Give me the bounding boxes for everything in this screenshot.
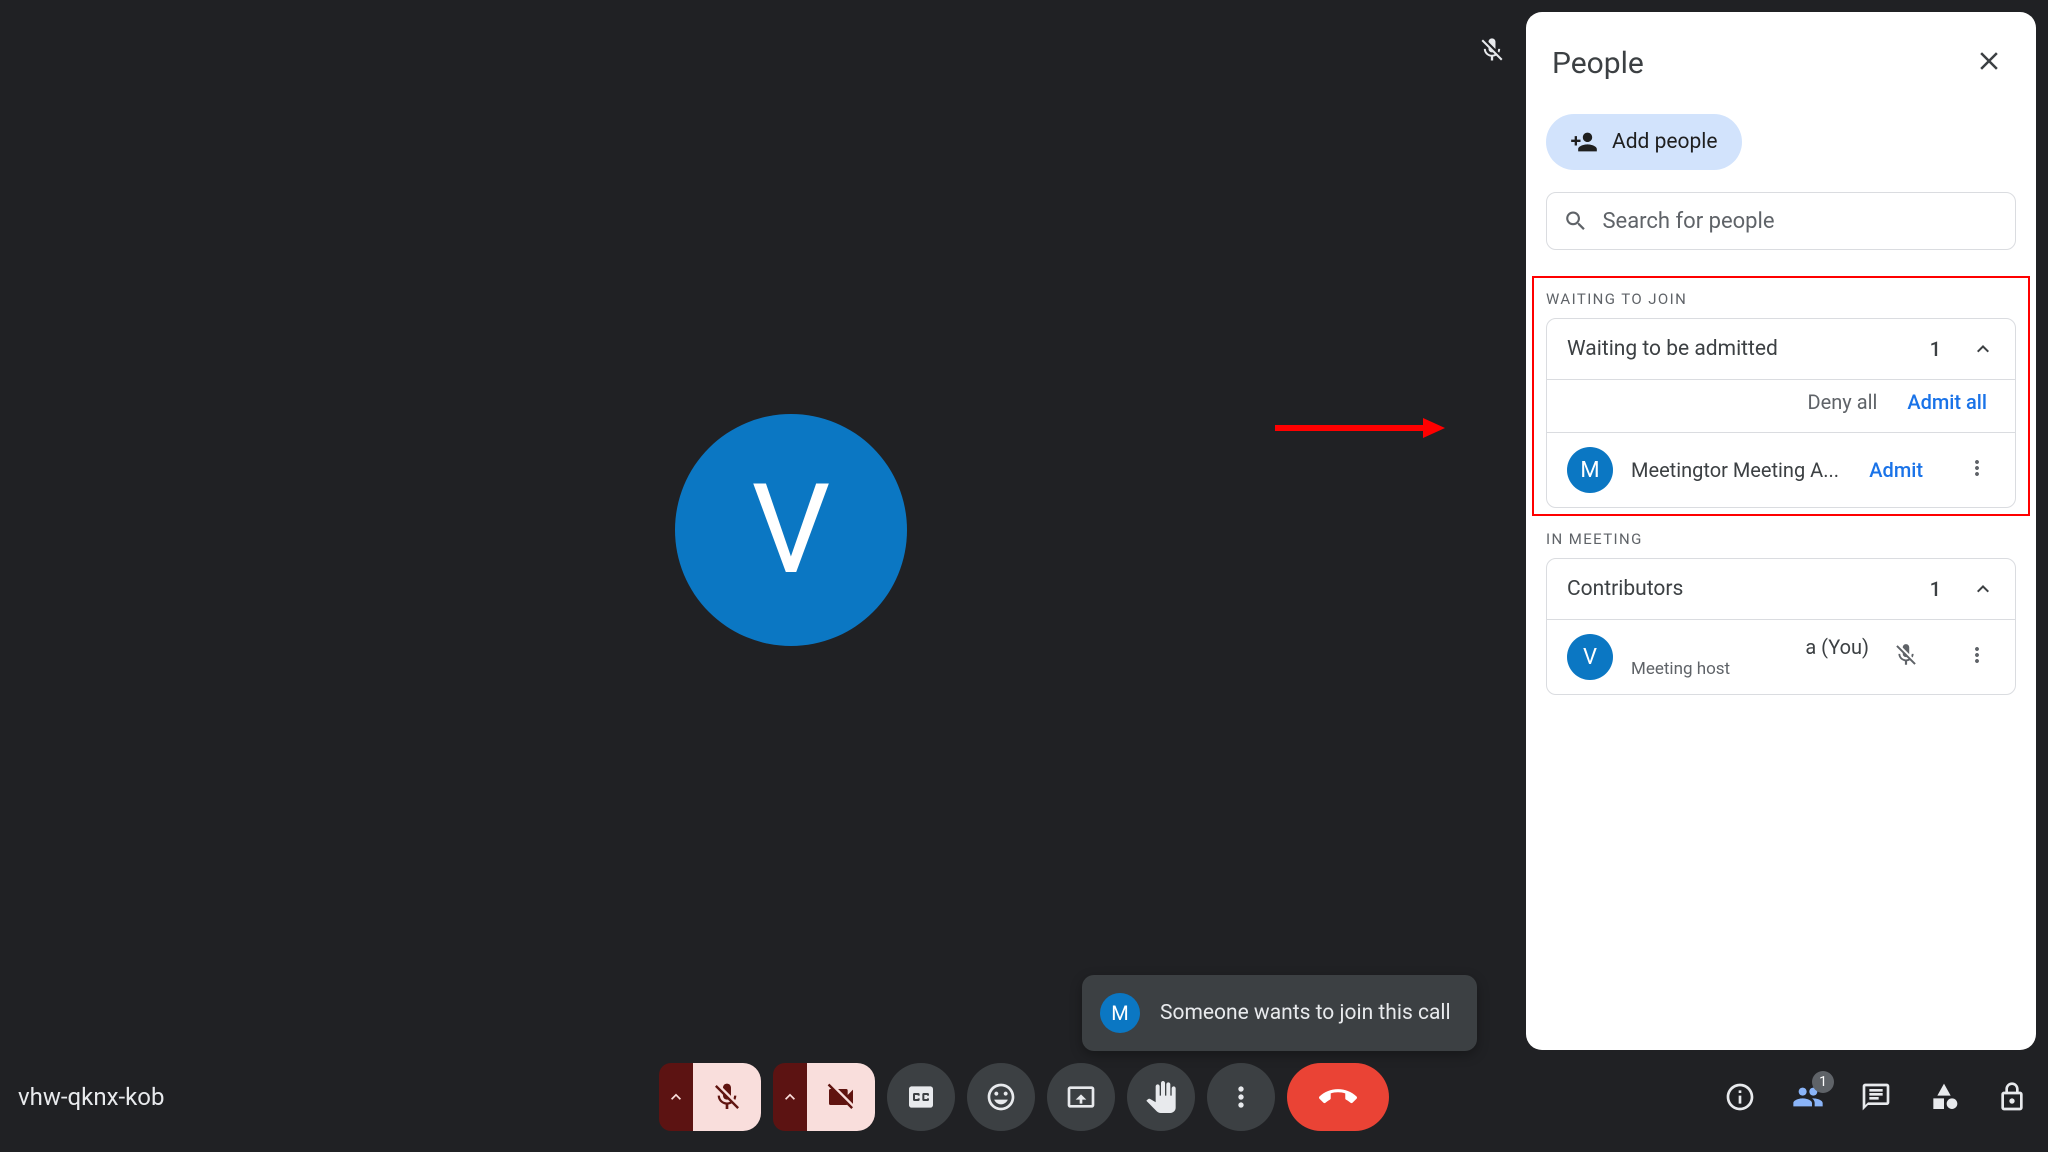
close-icon bbox=[1974, 46, 2004, 76]
chat-icon bbox=[1860, 1081, 1892, 1113]
chevron-up-icon bbox=[666, 1087, 686, 1107]
shapes-icon bbox=[1928, 1081, 1960, 1113]
more-vert-icon bbox=[1965, 456, 1989, 480]
panel-title: People bbox=[1552, 46, 1644, 81]
chevron-up-icon bbox=[1971, 337, 1995, 361]
contributor-name: a (You) bbox=[1631, 635, 1875, 659]
activities-button[interactable] bbox=[1924, 1077, 1964, 1117]
waiting-card-title: Waiting to be admitted bbox=[1567, 337, 1930, 361]
mic-options-button[interactable] bbox=[659, 1063, 693, 1131]
more-vert-icon bbox=[1225, 1081, 1257, 1113]
add-people-label: Add people bbox=[1612, 130, 1718, 154]
join-request-toast[interactable]: M Someone wants to join this call bbox=[1082, 975, 1477, 1051]
annotation-arrow bbox=[1275, 418, 1445, 438]
captions-icon bbox=[905, 1081, 937, 1113]
camera-off-icon bbox=[825, 1081, 857, 1113]
search-icon bbox=[1563, 207, 1588, 235]
leave-call-button[interactable] bbox=[1287, 1063, 1389, 1131]
chat-button[interactable] bbox=[1856, 1077, 1896, 1117]
contributor-more-button[interactable] bbox=[1959, 637, 1995, 677]
deny-all-button[interactable]: Deny all bbox=[1808, 390, 1878, 414]
annotation-highlight: WAITING TO JOIN Waiting to be admitted 1… bbox=[1532, 276, 2030, 516]
add-people-button[interactable]: Add people bbox=[1546, 114, 1742, 170]
waiting-card-count: 1 bbox=[1930, 337, 1941, 361]
in-meeting-label: IN MEETING bbox=[1546, 530, 2016, 548]
contributors-count: 1 bbox=[1930, 577, 1941, 601]
present-button[interactable] bbox=[1047, 1063, 1115, 1131]
search-box[interactable] bbox=[1546, 192, 2016, 250]
avatar-initial: V bbox=[752, 458, 831, 603]
more-options-button[interactable] bbox=[1207, 1063, 1275, 1131]
contributors-title: Contributors bbox=[1567, 577, 1930, 601]
people-count-badge: 1 bbox=[1812, 1071, 1834, 1093]
toast-text: Someone wants to join this call bbox=[1160, 1001, 1451, 1025]
present-icon bbox=[1065, 1081, 1097, 1113]
person-avatar: V bbox=[1567, 634, 1613, 680]
close-panel-button[interactable] bbox=[1968, 40, 2010, 86]
contributors-header[interactable]: Contributors 1 bbox=[1547, 559, 2015, 619]
admit-all-button[interactable]: Admit all bbox=[1907, 390, 1987, 414]
video-main-area: V M Someone wants to join this call bbox=[0, 0, 1520, 1152]
reactions-button[interactable] bbox=[967, 1063, 1035, 1131]
toast-avatar: M bbox=[1100, 993, 1140, 1033]
lock-icon bbox=[1996, 1081, 2028, 1113]
waiting-section-label: WAITING TO JOIN bbox=[1546, 290, 2016, 308]
search-input[interactable] bbox=[1602, 209, 1999, 234]
mic-off-icon bbox=[711, 1081, 743, 1113]
info-button[interactable] bbox=[1720, 1077, 1760, 1117]
right-controls: 1 bbox=[1720, 1077, 2032, 1117]
person-add-icon bbox=[1570, 128, 1598, 156]
contributor-row: V a (You) Meeting host bbox=[1547, 619, 2015, 694]
hand-icon bbox=[1145, 1081, 1177, 1113]
person-name: Meetingtor Meeting A... bbox=[1631, 458, 1851, 482]
more-vert-icon bbox=[1965, 643, 1989, 667]
people-panel: People Add people WAITING TO JOIN Waitin… bbox=[1526, 12, 2036, 1050]
person-avatar: M bbox=[1567, 447, 1613, 493]
info-icon bbox=[1724, 1081, 1756, 1113]
contributors-card: Contributors 1 V a (You) Meeting host bbox=[1546, 558, 2016, 695]
admit-button[interactable]: Admit bbox=[1869, 458, 1923, 482]
mic-toggle-button[interactable] bbox=[693, 1063, 761, 1131]
waiting-card-header[interactable]: Waiting to be admitted 1 bbox=[1547, 319, 2015, 379]
chevron-up-icon bbox=[780, 1087, 800, 1107]
people-button[interactable]: 1 bbox=[1788, 1077, 1828, 1117]
contributor-role: Meeting host bbox=[1631, 659, 1875, 679]
waiting-person-row: M Meetingtor Meeting A... Admit bbox=[1547, 432, 2015, 507]
contributor-mic-muted-icon bbox=[1893, 642, 1919, 672]
camera-toggle-button[interactable] bbox=[807, 1063, 875, 1131]
chevron-up-icon bbox=[1971, 577, 1995, 601]
camera-options-button[interactable] bbox=[773, 1063, 807, 1131]
emoji-icon bbox=[985, 1081, 1017, 1113]
host-controls-button[interactable] bbox=[1992, 1077, 2032, 1117]
raise-hand-button[interactable] bbox=[1127, 1063, 1195, 1131]
waiting-card: Waiting to be admitted 1 Deny all Admit … bbox=[1546, 318, 2016, 508]
bottom-bar: vhw-qknx-kob bbox=[0, 1042, 2048, 1152]
person-more-button[interactable] bbox=[1959, 450, 1995, 490]
mic-muted-icon bbox=[1478, 36, 1506, 68]
call-end-icon bbox=[1319, 1078, 1357, 1116]
meeting-code: vhw-qknx-kob bbox=[18, 1083, 164, 1111]
center-controls bbox=[659, 1063, 1389, 1131]
captions-button[interactable] bbox=[887, 1063, 955, 1131]
participant-avatar-large: V bbox=[675, 414, 907, 646]
